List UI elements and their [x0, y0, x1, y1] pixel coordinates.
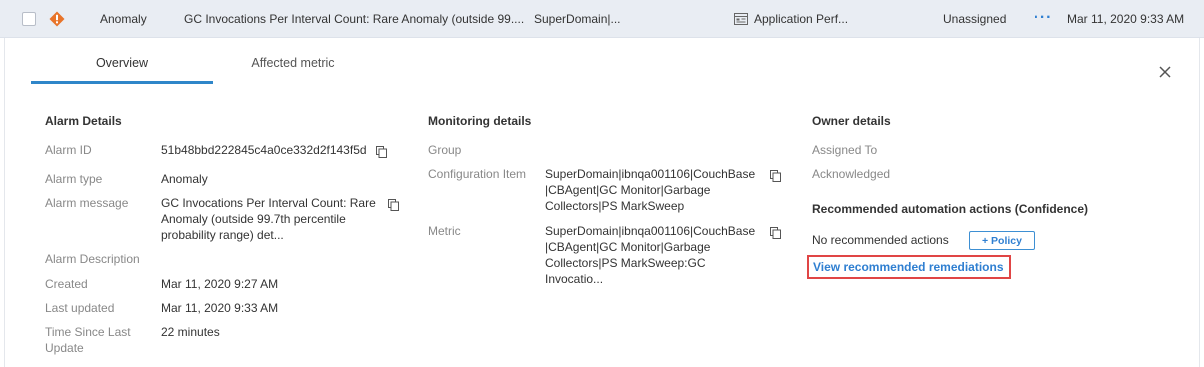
- alarm-message-line: Anomaly (outside 99.7th percentile: [161, 212, 346, 226]
- monitoring-details-title: Monitoring details: [428, 114, 532, 128]
- acknowledged-label: Acknowledged: [812, 167, 891, 181]
- copy-icon[interactable]: [388, 199, 399, 211]
- alarm-message-value: GC Invocations Per Interval Count: Rare …: [161, 195, 376, 243]
- timestamp-cell: Mar 11, 2020 9:33 AM: [1067, 12, 1185, 26]
- alarm-detail-panel: Overview Affected metric Alarm Details A…: [4, 38, 1200, 367]
- close-icon[interactable]: [1158, 65, 1172, 79]
- time-since-label-line: Time Since Last: [45, 325, 131, 339]
- alarm-type-label: Alarm type: [45, 172, 103, 186]
- view-remediations-link[interactable]: View recommended remediations: [813, 260, 1004, 274]
- recommended-actions-title: Recommended automation actions (Confiden…: [812, 202, 1089, 216]
- alarm-type-value: Anomaly: [161, 172, 208, 186]
- alarm-id-label: Alarm ID: [45, 143, 92, 157]
- alarm-type-cell: Anomaly: [100, 12, 147, 26]
- time-since-label-line: Update: [45, 341, 84, 355]
- metric-line: Collectors|PS MarkSweep:GC: [545, 256, 706, 270]
- application-cell: Application Perf...: [734, 0, 924, 38]
- owner-cell: Unassigned: [943, 12, 1007, 26]
- time-since-value: 22 minutes: [161, 325, 220, 339]
- time-since-label: Time Since Last Update: [45, 324, 131, 356]
- metric-label: Metric: [428, 224, 461, 238]
- last-updated-value: Mar 11, 2020 9:33 AM: [161, 301, 279, 315]
- alarm-message-line: GC Invocations Per Interval Count: Rare: [161, 196, 376, 210]
- metric-line: |CBAgent|GC Monitor|Garbage: [545, 240, 711, 254]
- no-actions-text: No recommended actions: [812, 233, 949, 247]
- tab-affected-metric[interactable]: Affected metric: [223, 54, 363, 84]
- configuration-item-line: |CBAgent|GC Monitor|Garbage: [545, 183, 711, 197]
- owner-details-title: Owner details: [812, 114, 891, 128]
- domain-cell: SuperDomain|...: [534, 12, 621, 26]
- alarm-id-value: 51b48bbd222845c4a0ce332d2f143f5d: [161, 143, 367, 157]
- alarm-row[interactable]: Anomaly GC Invocations Per Interval Coun…: [0, 0, 1204, 38]
- application-icon: [734, 13, 748, 25]
- copy-icon[interactable]: [376, 146, 387, 158]
- add-policy-button[interactable]: + Policy: [969, 231, 1035, 250]
- configuration-item-label: Configuration Item: [428, 167, 527, 181]
- alarm-description-label: Alarm Description: [45, 252, 140, 266]
- alarm-message-line: probability range) det...: [161, 228, 284, 242]
- configuration-item-value: SuperDomain|ibnqa001106|CouchBase |CBAge…: [545, 166, 755, 214]
- metric-line: Invocatio...: [545, 272, 604, 286]
- metric-line: SuperDomain|ibnqa001106|CouchBase: [545, 224, 756, 238]
- more-horizontal-icon[interactable]: ···: [1035, 0, 1051, 38]
- warning-diamond-icon: [48, 0, 66, 38]
- created-label: Created: [45, 277, 88, 291]
- copy-icon[interactable]: [770, 170, 781, 182]
- last-updated-label: Last updated: [45, 301, 115, 315]
- copy-icon[interactable]: [770, 227, 781, 239]
- created-value: Mar 11, 2020 9:27 AM: [161, 277, 279, 291]
- configuration-item-line: Collectors|PS MarkSweep: [545, 199, 685, 213]
- group-label: Group: [428, 143, 462, 157]
- row-checkbox[interactable]: [22, 12, 36, 26]
- tab-overview[interactable]: Overview: [31, 54, 213, 84]
- assigned-to-label: Assigned To: [812, 143, 878, 157]
- alarm-details-title: Alarm Details: [45, 114, 122, 128]
- application-label: Application Perf...: [754, 12, 849, 26]
- configuration-item-line: SuperDomain|ibnqa001106|CouchBase: [545, 167, 756, 181]
- alarm-message-label: Alarm message: [45, 196, 129, 210]
- metric-value: SuperDomain|ibnqa001106|CouchBase |CBAge…: [545, 223, 755, 287]
- alarm-message-cell: GC Invocations Per Interval Count: Rare …: [184, 12, 524, 26]
